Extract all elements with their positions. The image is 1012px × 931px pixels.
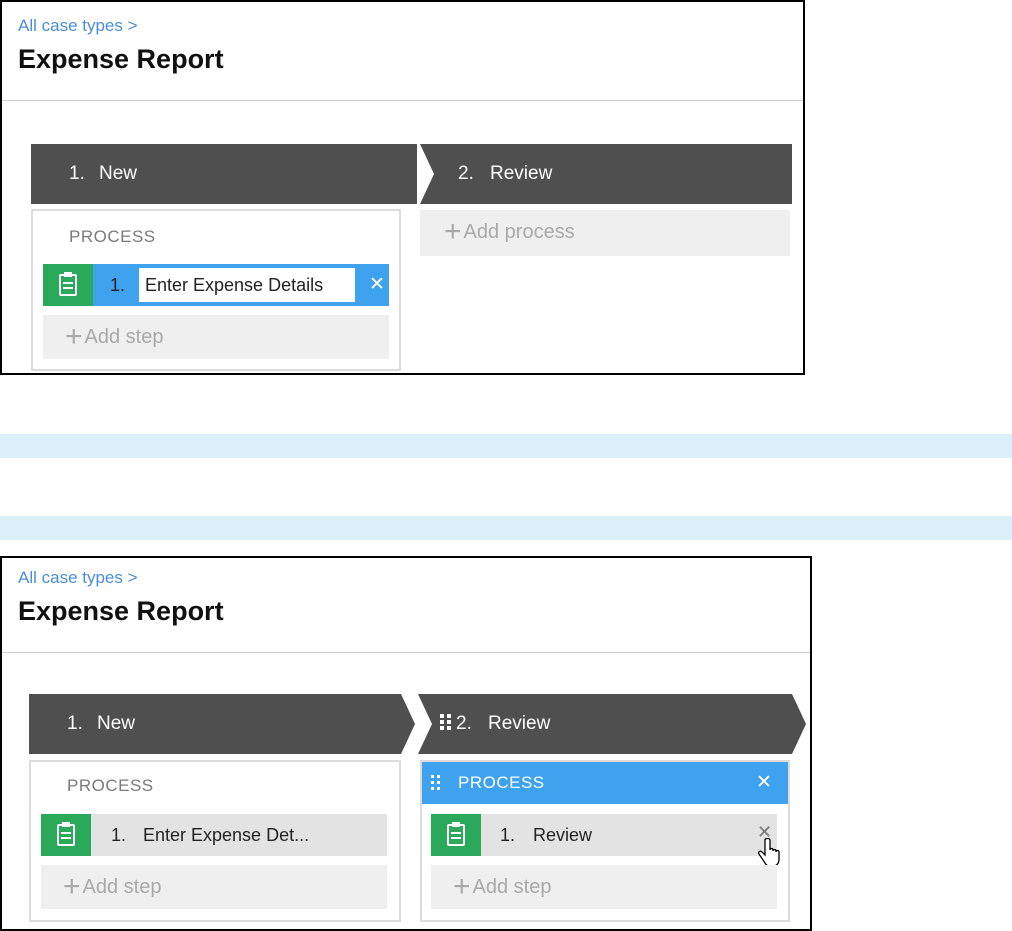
step-name-input[interactable]: Enter Expense Details	[138, 267, 356, 303]
breadcrumb-link[interactable]: All case types >	[18, 568, 138, 588]
page-title: Expense Report	[18, 44, 224, 74]
clipboard-icon	[43, 264, 93, 306]
stage-number: 2.	[456, 713, 472, 734]
add-process-label: Add process	[463, 221, 575, 243]
stage-number: 2.	[458, 163, 474, 184]
clipboard-icon	[41, 814, 91, 856]
step-number: 1.	[111, 825, 127, 845]
add-process-button[interactable]: + Add process	[420, 210, 790, 256]
add-step-button[interactable]: + Add step	[43, 315, 389, 359]
header-divider	[2, 100, 803, 101]
breadcrumb-link[interactable]: All case types >	[18, 16, 138, 36]
stage-new[interactable]: 1. New	[31, 144, 417, 204]
stage-arrow-shape	[29, 694, 415, 754]
step-number: 1.	[110, 275, 126, 295]
process-label: PROCESS	[67, 776, 154, 795]
stage-new[interactable]: 1. New	[29, 694, 415, 754]
stage-review[interactable]: 2. Review	[420, 144, 792, 204]
add-step-label: Add step	[84, 326, 164, 348]
process-box: PROCESS 1. Enter Expense Det... + Add ste…	[29, 760, 401, 922]
stage-name: New	[97, 713, 136, 734]
process-box-selected[interactable]: PROCESS ✕ 1. Review ✕ + Add step	[420, 760, 790, 922]
add-step-label: Add step	[82, 876, 162, 898]
top-panel: All case types > Expense Report 1. New 2…	[0, 0, 805, 375]
step-name-input-value: Enter Expense Details	[145, 275, 324, 295]
close-icon[interactable]: ✕	[369, 273, 385, 296]
step-row[interactable]: 1. Review ✕	[431, 814, 780, 867]
stage-number: 1.	[67, 713, 83, 734]
divider-bar	[0, 434, 1012, 458]
page-title: Expense Report	[18, 596, 224, 626]
process-label: PROCESS	[69, 227, 156, 246]
add-step-button[interactable]: + Add step	[431, 865, 777, 909]
stage-name: Review	[488, 713, 551, 734]
stage-arrow-shape	[420, 144, 792, 204]
drag-handle-icon[interactable]	[438, 694, 454, 754]
step-name: Review	[533, 825, 593, 845]
drag-handle-icon[interactable]	[430, 774, 442, 797]
plus-icon: +	[444, 215, 462, 248]
stage-number: 1.	[69, 163, 85, 184]
plus-icon: +	[63, 870, 81, 903]
stage-review[interactable]: 2. Review	[418, 694, 808, 754]
stage-arrow-shape	[31, 144, 417, 204]
divider-bar	[0, 516, 1012, 540]
close-icon[interactable]: ✕	[756, 771, 772, 794]
clipboard-icon	[431, 814, 481, 856]
stage-name: New	[99, 163, 138, 184]
step-row-editing[interactable]: 1. Enter Expense Details ✕	[43, 264, 389, 306]
process-box: PROCESS 1. Enter Expense Details ✕ + Add …	[31, 209, 401, 371]
process-label: PROCESS	[458, 773, 545, 792]
plus-icon: +	[453, 870, 471, 903]
stage-name: Review	[490, 163, 553, 184]
process-header[interactable]: PROCESS ✕	[422, 762, 788, 804]
step-row[interactable]: 1. Enter Expense Det...	[41, 814, 387, 856]
add-step-button[interactable]: + Add step	[41, 865, 387, 909]
bottom-panel: All case types > Expense Report 1. New 2…	[0, 556, 812, 931]
step-number: 1.	[500, 825, 516, 845]
header-divider	[2, 652, 810, 653]
stage-arrow-shape	[418, 694, 806, 754]
step-name: Enter Expense Det...	[143, 825, 310, 845]
add-step-label: Add step	[472, 876, 552, 898]
plus-icon: +	[65, 320, 83, 353]
